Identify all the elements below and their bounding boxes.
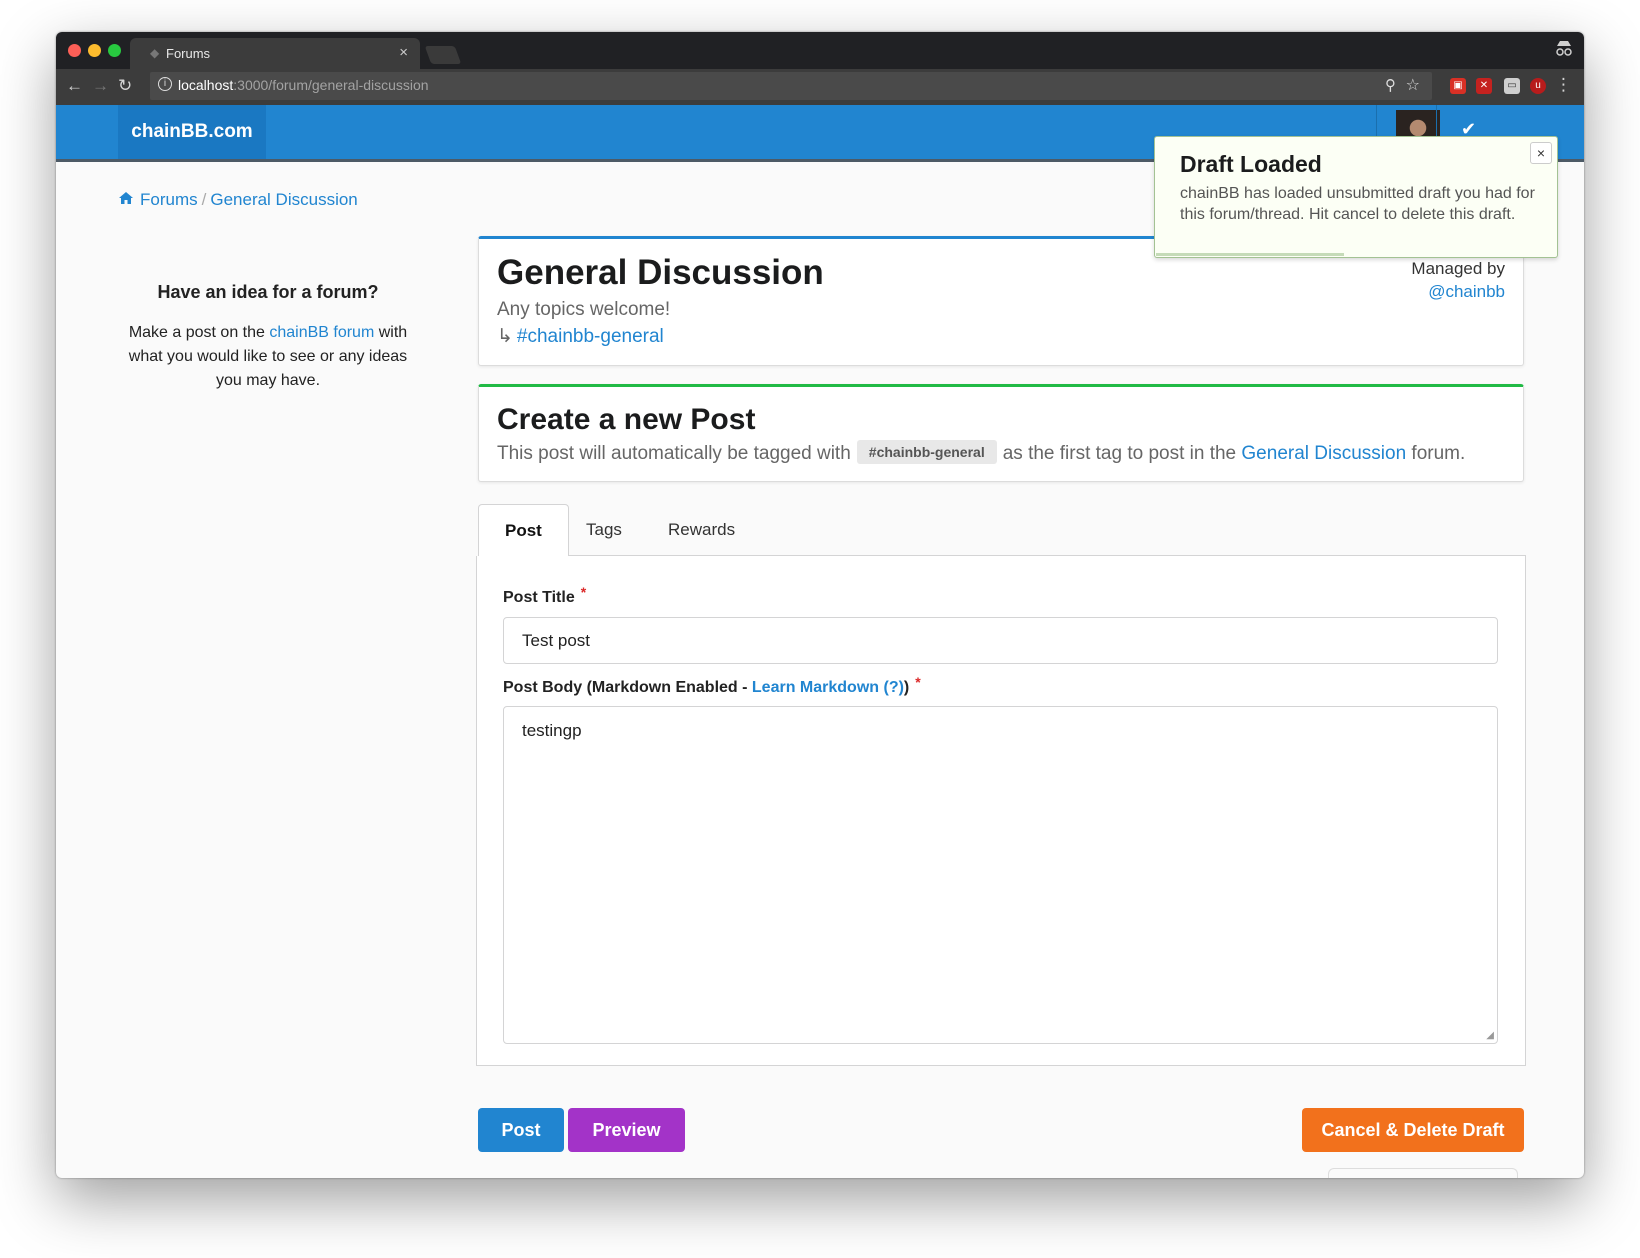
info-icon[interactable]: i [158,77,172,91]
post-body-label-after: ) [903,679,910,696]
resize-handle-icon[interactable]: ◢ [1486,1030,1494,1041]
sidebar-text: Make a post on the chainBB forum with wh… [118,321,418,393]
star-icon[interactable]: ☆ [1406,75,1420,95]
learn-markdown-link[interactable]: Learn Markdown (?) [752,679,904,696]
forum-title: General Discussion [497,253,824,292]
browser-tab-title: Forums [166,46,211,61]
browser-menu-icon[interactable]: ⋮ [1555,75,1572,95]
required-mark: * [580,584,587,600]
forum-tag-link[interactable]: #chainbb-general [517,326,664,347]
forum-tag: ↳ #chainbb-general [497,325,664,348]
create-desc-before: This post will automatically be tagged w… [497,443,851,464]
partial-element [1328,1168,1518,1178]
minimize-window-button[interactable] [88,44,101,57]
address-bar[interactable]: i localhost:3000/forum/general-discussio… [150,72,1432,100]
url-host: localhost [178,77,234,93]
toast-message: chainBB has loaded unsubmitted draft you… [1180,185,1535,223]
sidebar-idea-box: Have an idea for a forum? Make a post on… [118,282,418,393]
required-mark: * [915,674,921,690]
url-path: :3000/forum/general-discussion [233,77,429,93]
create-post-title: Create a new Post [497,403,756,436]
create-desc-after: forum. [1406,443,1466,464]
back-icon[interactable]: ← [66,76,83,96]
toast-close-button[interactable]: × [1530,142,1552,164]
tab-post[interactable]: Post [478,504,569,557]
managed-by-label: Managed by [1411,259,1505,278]
browser-toolbar: ← → ↻ i localhost:3000/forum/general-dis… [56,69,1584,105]
post-body-value: testingp [522,721,582,740]
post-body-label: Post Body (Markdown Enabled - Learn Mark… [503,674,921,697]
breadcrumb-separator: / [201,190,207,209]
zoom-icon[interactable]: ⚲ [1385,76,1396,94]
browser-window: ◆ Forums × ← → ↻ i localhost:3000/forum/… [56,32,1584,1178]
moderator-link[interactable]: @chainbb [1428,282,1505,302]
shield-extension-icon[interactable]: ✕ [1476,78,1492,94]
incognito-icon [1554,40,1574,61]
chainbb-forum-link[interactable]: chainBB forum [269,324,374,341]
post-title-label-text: Post Title [503,589,575,606]
lock-extension-icon[interactable]: ▣ [1450,78,1466,94]
post-button[interactable]: Post [478,1108,564,1152]
sidebar-heading: Have an idea for a forum? [157,282,379,302]
maximize-window-button[interactable] [108,44,121,57]
post-body-label-before: Post Body (Markdown Enabled - [503,679,752,696]
forum-description: Any topics welcome! [497,299,671,320]
breadcrumb-forums-link[interactable]: Forums [140,190,198,209]
close-window-button[interactable] [68,44,81,57]
toast-title: Draft Loaded [1180,151,1322,177]
new-tab-button[interactable] [424,46,462,64]
browser-tab[interactable]: ◆ Forums × [130,38,420,69]
breadcrumb-current-link[interactable]: General Discussion [210,190,357,209]
post-title-label: Post Title * [503,584,586,607]
reply-arrow-icon: ↳ [497,326,513,347]
post-title-input[interactable]: Test post [503,617,1498,664]
forward-icon[interactable]: → [92,76,109,96]
post-body-textarea[interactable]: testingp ◢ [503,706,1498,1044]
cancel-delete-draft-button[interactable]: Cancel & Delete Draft [1302,1108,1524,1152]
home-icon[interactable] [118,191,134,210]
reload-icon[interactable]: ↻ [118,76,132,96]
browser-tab-strip: ◆ Forums × [56,32,1584,69]
create-desc-middle: as the first tag to post in the [1002,443,1242,464]
preview-button[interactable]: Preview [568,1108,685,1152]
ublock-extension-icon[interactable]: u [1530,78,1546,94]
tab-tags[interactable]: Tags [560,504,648,557]
create-post-description: This post will automatically be tagged w… [497,440,1465,465]
general-discussion-link[interactable]: General Discussion [1241,443,1406,464]
create-post-card: Create a new Post This post will automat… [478,384,1524,482]
ethereum-favicon-icon: ◆ [150,46,160,60]
tag-chip: #chainbb-general [856,440,997,464]
sidebar-text-before: Make a post on the [128,324,270,341]
url-text: localhost:3000/forum/general-discussion [178,77,429,93]
post-tabs: Post Tags Rewards [478,504,1526,557]
brand-link[interactable]: chainBB.com [118,105,266,159]
tab-rewards[interactable]: Rewards [642,504,761,557]
toast-progress-bar [1156,253,1344,256]
breadcrumb: Forums / General Discussion [118,190,358,210]
draft-loaded-toast: Draft Loaded chainBB has loaded unsubmit… [1154,136,1558,258]
display-extension-icon[interactable]: ▭ [1504,78,1520,94]
post-form: Post Title * Test post Post Body (Markdow… [476,556,1526,1066]
tab-close-icon[interactable]: × [399,44,408,61]
